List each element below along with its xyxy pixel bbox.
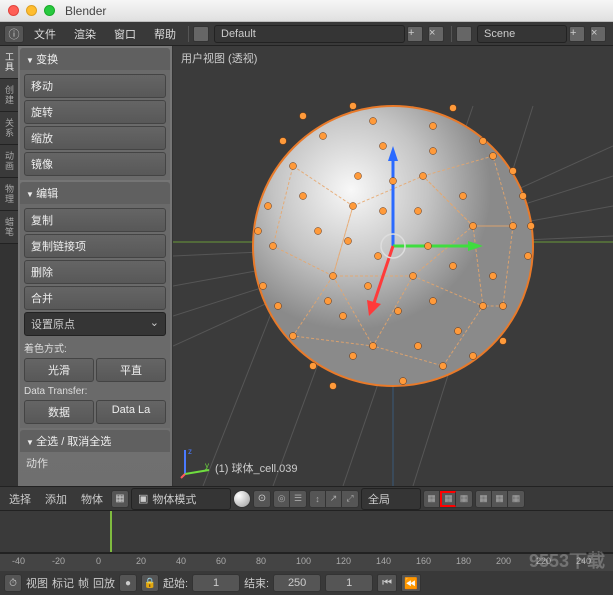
delete-button[interactable]: 删除 xyxy=(24,260,166,284)
layer-highlighted-icon: ▦ xyxy=(440,491,456,507)
viewport-scene xyxy=(173,46,613,486)
viewport-shading-icon[interactable] xyxy=(233,490,251,508)
close-window-button[interactable] xyxy=(8,5,19,16)
menu-help[interactable]: 帮助 xyxy=(146,23,184,45)
timeline-editor: -40 -20 0 20 40 60 80 100 120 140 160 18… xyxy=(0,510,613,595)
vp-menu-add[interactable]: 添加 xyxy=(39,488,73,510)
vp-menu-select[interactable]: 选择 xyxy=(3,488,37,510)
lock-icon[interactable]: 🔒 xyxy=(141,574,159,592)
tl-menu-playback[interactable]: 回放 xyxy=(93,575,115,591)
vtab-physics[interactable]: 物理 xyxy=(0,178,18,211)
data-transfer-label: Data Transfer: xyxy=(24,386,166,397)
vtab-greasepencil[interactable]: 蜡笔 xyxy=(0,211,18,244)
3d-viewport[interactable]: 用户视图 (透视) xyxy=(173,46,613,486)
menu-render[interactable]: 渲染 xyxy=(66,23,104,45)
manip-cursor-icon: ◎ xyxy=(274,491,290,507)
transform-header[interactable]: 变换 xyxy=(20,48,170,70)
start-frame-field[interactable]: 1 xyxy=(192,574,240,592)
mode-dropdown[interactable]: ▣ 物体模式 xyxy=(131,488,231,510)
timeline-track[interactable] xyxy=(0,511,613,553)
manip-scale-icon: ⤢ xyxy=(342,491,358,507)
scene-add-icon[interactable]: + xyxy=(569,26,585,42)
zoom-window-button[interactable] xyxy=(44,5,55,16)
shade-smooth-button[interactable]: 光滑 xyxy=(24,358,94,382)
tl-menu-frame[interactable]: 帧 xyxy=(78,575,89,591)
menu-window[interactable]: 窗口 xyxy=(106,23,144,45)
duplicate-button[interactable]: 复制 xyxy=(24,208,166,232)
mirror-button[interactable]: 镜像 xyxy=(24,152,166,176)
active-object-label: (1) 球体_cell.039 xyxy=(215,460,298,476)
screen-browse-icon[interactable] xyxy=(193,26,209,42)
start-label: 起始: xyxy=(163,575,188,591)
cube-icon: ▣ xyxy=(138,492,148,505)
prev-keyframe-icon[interactable]: ⏪ xyxy=(401,574,421,592)
duplicate-linked-button[interactable]: 复制链接项 xyxy=(24,234,166,258)
scene-browse-icon[interactable] xyxy=(456,26,472,42)
pivot-icon[interactable]: ⊙ xyxy=(253,490,271,508)
tl-menu-view[interactable]: 视图 xyxy=(26,575,48,591)
scale-button[interactable]: 缩放 xyxy=(24,126,166,150)
manip-robot-icon: ☰ xyxy=(290,491,306,507)
editor-type-3dview-icon[interactable]: ▦ xyxy=(111,490,129,508)
layout-del-icon[interactable]: × xyxy=(428,26,444,42)
data-button[interactable]: 数据 xyxy=(24,400,94,424)
set-origin-dropdown[interactable]: 设置原点 xyxy=(24,312,166,336)
manip-translate-icon: ↕ xyxy=(310,491,326,507)
menu-file[interactable]: 文件 xyxy=(26,23,64,45)
tl-menu-marker[interactable]: 标记 xyxy=(52,575,74,591)
viewport-header: 选择 添加 物体 ▦ ▣ 物体模式 ⊙ ◎☰ ↕ ↗ ⤢ 全局 ▦ ▦ ▦ ▦▦… xyxy=(0,486,613,510)
select-all-header[interactable]: 全选 / 取消全选 xyxy=(20,430,170,452)
toolshelf-tabs: 工具 创建 关系 动画 物理 蜡笔 xyxy=(0,46,18,486)
info-header: ⓘ 文件 渲染 窗口 帮助 Default + × Scene + × xyxy=(0,22,613,46)
translate-button[interactable]: 移动 xyxy=(24,74,166,98)
app-title: Blender xyxy=(65,4,106,18)
rotate-button[interactable]: 旋转 xyxy=(24,100,166,124)
vtab-create[interactable]: 创建 xyxy=(0,79,18,112)
orientation-dropdown[interactable]: 全局 xyxy=(361,488,421,510)
layout-add-icon[interactable]: + xyxy=(407,26,423,42)
titlebar: Blender xyxy=(0,0,613,22)
scene-del-icon[interactable]: × xyxy=(590,26,606,42)
manipulator-group[interactable]: ◎☰ xyxy=(273,490,307,508)
edit-header[interactable]: 编辑 xyxy=(20,182,170,204)
auto-keyframe-icon[interactable]: ● xyxy=(119,574,137,592)
svg-text:z: z xyxy=(188,447,192,456)
end-label: 结束: xyxy=(244,575,269,591)
end-frame-field[interactable]: 250 xyxy=(273,574,321,592)
join-button[interactable]: 合并 xyxy=(24,286,166,310)
current-frame-field[interactable]: 1 xyxy=(325,574,373,592)
action-label: 动作 xyxy=(20,452,170,474)
axis-gizmo-icon: z y xyxy=(179,446,213,480)
shading-label: 着色方式: xyxy=(24,340,166,355)
scene-field[interactable]: Scene xyxy=(477,25,567,43)
timeline-header: ⏱ 视图 标记 帧 回放 ● 🔒 起始: 1 结束: 250 1 ⏮ ⏪ xyxy=(0,571,613,595)
minimize-window-button[interactable] xyxy=(26,5,37,16)
timeline-editor-icon[interactable]: ⏱ xyxy=(4,574,22,592)
shade-flat-button[interactable]: 平直 xyxy=(96,358,166,382)
vtab-animation[interactable]: 动画 xyxy=(0,145,18,178)
layers-group[interactable]: ▦ ▦ ▦ xyxy=(423,490,473,508)
transform-group[interactable]: ↕ ↗ ⤢ xyxy=(309,490,359,508)
editor-type-icon[interactable]: ⓘ xyxy=(4,25,24,43)
playhead[interactable] xyxy=(110,511,112,552)
vp-menu-object[interactable]: 物体 xyxy=(75,488,109,510)
data-layout-button[interactable]: Data La xyxy=(96,400,166,424)
tool-shelf: 变换 移动 旋转 缩放 镜像 编辑 复制 复制链接项 删除 合并 设置原点 着色… xyxy=(18,46,173,486)
screen-layout-field[interactable]: Default xyxy=(214,25,405,43)
vtab-relations[interactable]: 关系 xyxy=(0,112,18,145)
timeline-ruler[interactable]: -40 -20 0 20 40 60 80 100 120 140 160 18… xyxy=(0,553,613,571)
jump-start-icon[interactable]: ⏮ xyxy=(377,574,397,592)
layers-group-2[interactable]: ▦▦▦ xyxy=(475,490,525,508)
vtab-tools[interactable]: 工具 xyxy=(0,46,18,79)
manip-rotate-icon: ↗ xyxy=(326,491,342,507)
svg-text:y: y xyxy=(205,461,209,470)
